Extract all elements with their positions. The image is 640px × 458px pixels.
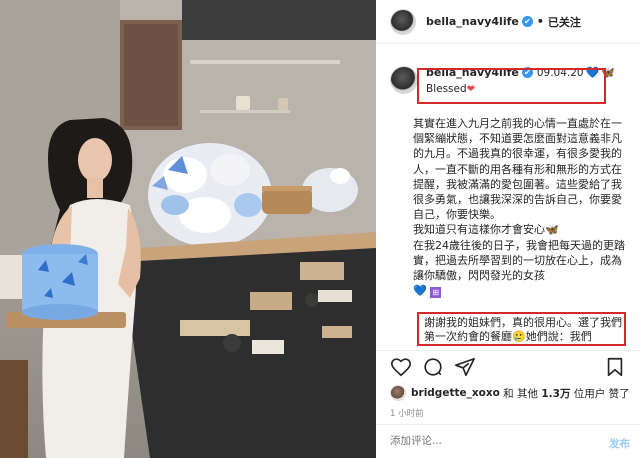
caption-avatar[interactable] (390, 66, 418, 94)
action-bar (390, 356, 630, 380)
bookmark-icon[interactable] (604, 356, 626, 378)
caption-end-emojis: 💙 ⊞ (413, 283, 625, 299)
tag-icon: ⊞ (430, 287, 442, 299)
caption-closing: 謝謝我的姐妹們，真的很用心。選了我們第一次約會的餐廳🥲她們說：我們 (424, 316, 622, 343)
header-username[interactable]: bella_navy4life (426, 15, 519, 28)
verified-icon: ✔ (521, 16, 533, 27)
caption-paragraph: 在我24歲往後的日子，我會把每天過的更踏實，把過去所學習到的一切放在心上，成為讓… (413, 238, 625, 283)
comment-icon[interactable] (422, 356, 444, 378)
liker-avatar[interactable] (390, 385, 406, 401)
liker-username[interactable]: bridgette_xoxo (411, 387, 500, 399)
likes-summary: bridgette_xoxo 和 其他 1.3万 位用户 赞了 (390, 385, 630, 401)
caption-paragraph: 其實在進入九月之前我的心情一直處於在一個緊繃狀態，不知道要怎麼面對這意義非凡的九… (413, 117, 622, 222)
post-photo[interactable] (0, 0, 376, 458)
highlight-box-caption (417, 68, 606, 104)
post-button[interactable]: 发布 (609, 436, 630, 451)
likes-suffix: 位用户 赞了 (570, 387, 630, 400)
caption-paragraph: 我知道只有這樣你才會安心🦋 (413, 223, 559, 237)
following-button[interactable]: 已关注 (548, 14, 581, 30)
blue-heart-icon: 💙 (413, 284, 427, 298)
avatar[interactable] (390, 8, 416, 35)
actions-divider (376, 350, 640, 351)
heart-outline-icon[interactable] (390, 356, 412, 378)
share-icon[interactable] (454, 356, 476, 378)
comment-bar: 发布 (376, 424, 640, 458)
post-header: bella_navy4life ✔ • 已关注 (376, 0, 640, 44)
comment-input[interactable] (390, 435, 560, 447)
header-separator: • (536, 15, 544, 28)
caption-body: 其實在進入九月之前我的心情一直處於在一個緊繃狀態，不知道要怎麼面對這意義非凡的九… (413, 116, 625, 299)
likes-middle: 和 其他 (499, 387, 542, 400)
photo-scene (0, 0, 376, 458)
post-time[interactable]: 1 小时前 (390, 407, 424, 419)
likes-count[interactable]: 1.3万 (541, 386, 570, 401)
